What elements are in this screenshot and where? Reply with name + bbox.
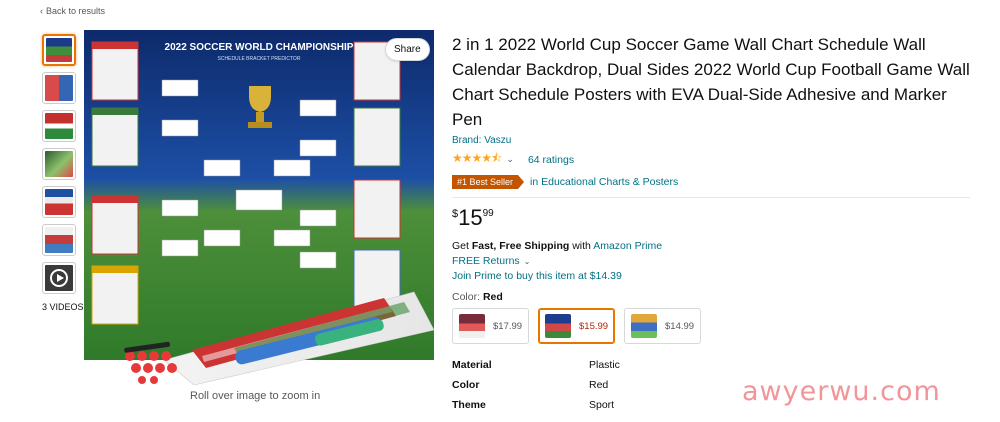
videos-count-label: 3 VIDEOS [42, 302, 84, 312]
shipping-prefix: Get [452, 240, 472, 252]
chevron-down-icon[interactable]: ⌄ [506, 154, 514, 165]
swatch-option[interactable]: $14.99 [624, 308, 701, 344]
attribute-row: Material Plastic [452, 355, 972, 375]
thumbnail-1[interactable] [42, 34, 76, 66]
ratings-count-link[interactable]: 64 ratings [528, 154, 574, 166]
attribute-value: Sport [589, 399, 615, 411]
share-button[interactable]: Share [385, 38, 430, 61]
back-to-results-link[interactable]: ‹ Back to results [40, 6, 105, 16]
swatch-image [545, 314, 571, 338]
chevron-down-icon: ⌄ [523, 257, 531, 266]
swatch-price: $14.99 [665, 320, 695, 332]
price-fraction: 99 [482, 208, 494, 219]
price: $ 15 99 [452, 206, 972, 230]
rating-row: ★★★★⯪ ⌄ 64 ratings [452, 149, 972, 170]
thumbnail-3[interactable] [42, 110, 76, 142]
attribute-key: Material [452, 359, 492, 371]
product-details: 2 in 1 2022 World Cup Soccer Game Wall C… [452, 32, 972, 415]
divider [452, 197, 970, 198]
thumbnail-5[interactable] [42, 186, 76, 218]
thumbnail-4[interactable] [42, 148, 76, 180]
video-thumbnail[interactable] [42, 262, 76, 294]
star-rating-icon[interactable]: ★★★★⯪ [452, 149, 502, 170]
color-label: Color: Red [452, 291, 972, 303]
shipping-mid: with [569, 240, 594, 252]
color-label-text: Color: [452, 291, 483, 303]
swatch-option-selected[interactable]: $15.99 [538, 308, 615, 344]
product-title: 2 in 1 2022 World Cup Soccer Game Wall C… [452, 35, 970, 129]
eva-dots [125, 351, 177, 384]
brand-link[interactable]: Brand: Vaszu [452, 135, 972, 146]
thumbnail-2[interactable] [42, 72, 76, 104]
best-seller-row: #1 Best Seller in Educational Charts & P… [452, 175, 972, 189]
best-seller-category-link[interactable]: in Educational Charts & Posters [530, 176, 678, 188]
price-whole: 15 [458, 205, 483, 230]
swatch-image [459, 314, 485, 338]
free-returns-link[interactable]: FREE Returns ⌄ [452, 255, 972, 267]
amazon-prime-link[interactable]: Amazon Prime [593, 240, 662, 252]
play-icon [50, 269, 68, 287]
chevron-left-icon: ‹ [40, 6, 43, 16]
swatch-image [631, 314, 657, 338]
watermark: awyerwu.com [742, 376, 941, 407]
swatch-price: $15.99 [579, 320, 609, 332]
shipping-info: Get Fast, Free Shipping with Amazon Prim… [452, 240, 972, 252]
attribute-value: Plastic [589, 359, 620, 371]
color-value: Red [482, 291, 503, 303]
attribute-key: Color [452, 379, 480, 391]
poster-heading: 2022 SOCCER WORLD CHAMPIONSHIP [165, 42, 354, 53]
swatch-price: $17.99 [493, 320, 523, 332]
zoom-hint: Roll over image to zoom in [190, 390, 321, 402]
back-label: Back to results [46, 6, 106, 16]
swatch-option[interactable]: $17.99 [452, 308, 529, 344]
best-seller-badge[interactable]: #1 Best Seller [452, 175, 525, 189]
shipping-bold: Fast, Free Shipping [471, 240, 570, 252]
color-swatches: $17.99 $15.99 $14.99 [452, 308, 972, 344]
product-main-image[interactable]: 2022 SOCCER WORLD CHAMPIONSHIP SCHEDULE … [84, 30, 434, 385]
poster-subheading: SCHEDULE BRACKET PREDICTOR [218, 56, 301, 62]
free-returns-label: FREE Returns [452, 255, 520, 267]
thumbnail-6[interactable] [42, 224, 76, 256]
attribute-value: Red [589, 379, 609, 391]
join-prime-link[interactable]: Join Prime to buy this item at $14.39 [452, 270, 972, 282]
attribute-key: Theme [452, 399, 486, 411]
thumbnail-strip [42, 34, 78, 300]
